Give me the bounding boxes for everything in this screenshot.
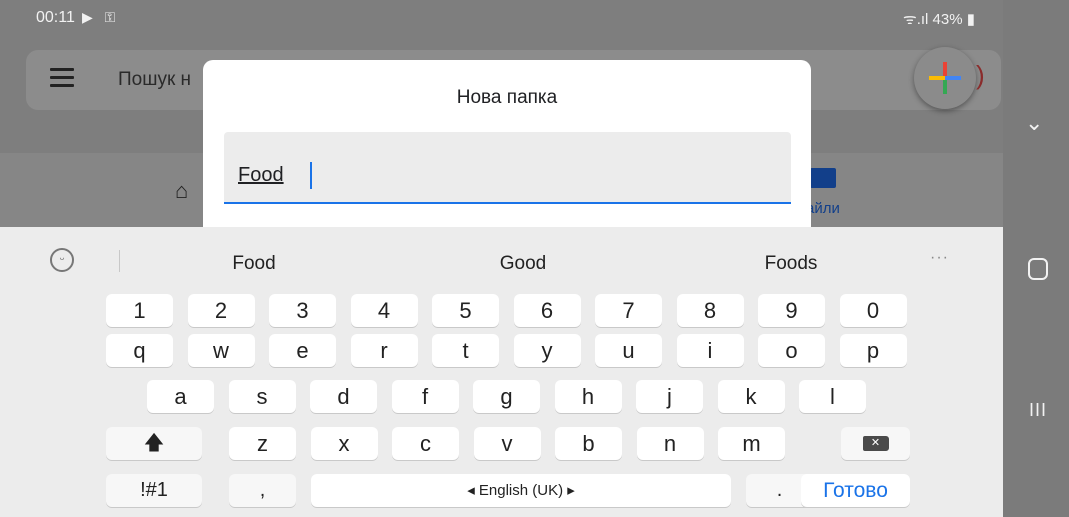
key[interactable]: 6 [513,294,581,327]
key[interactable]: g [473,380,540,413]
dialog-title: Нова папка [456,87,558,108]
status-notification-icons: ▶ ⚿ [82,9,120,25]
key[interactable]: 9 [758,294,825,327]
recent-apps-icon[interactable]: III [1029,400,1047,421]
shift-key[interactable]: 🡅 [106,427,202,460]
key[interactable]: m [718,427,785,460]
key[interactable]: l [799,380,866,413]
key[interactable]: n [636,427,704,460]
emoji-icon[interactable]: ᵕ [50,248,74,272]
key[interactable]: 3 [269,294,336,327]
chevron-down-icon[interactable]: ⌄ [1025,110,1043,136]
key[interactable]: w [187,334,255,367]
key[interactable]: o [758,334,825,367]
key[interactable]: 8 [676,294,744,327]
space-key[interactable]: ◂ English (UK) ▸ [311,474,731,507]
soft-keyboard: ᵕ Food Good Foods ··· 1234567890 qwertyui… [0,227,1003,517]
key[interactable]: z [229,427,296,460]
folder-icon[interactable] [810,168,836,188]
suggestion-2[interactable]: Good [443,253,603,275]
home-button-icon[interactable] [1028,258,1048,280]
plus-icon-horizontal [929,76,961,80]
home-icon[interactable]: ⌂ [175,178,188,204]
key[interactable]: r [350,334,418,367]
key[interactable]: u [595,334,662,367]
system-nav-bar: ⌄ III [1003,0,1069,517]
key[interactable]: t [432,334,499,367]
status-time: 00:11 [36,9,75,26]
folder-name-input[interactable] [238,164,638,187]
suggestion-divider [119,250,120,272]
key[interactable]: 5 [432,294,499,327]
key[interactable]: x [310,427,378,460]
done-key[interactable]: Готово [801,474,910,507]
menu-icon[interactable] [50,68,74,88]
key[interactable]: 2 [187,294,255,327]
avatar-edge: ) [976,60,985,90]
new-folder-dialog: Нова папка [203,60,811,230]
status-battery-signal: ᯤ.ıl 43% ▮ [903,11,975,28]
key[interactable]: p [839,334,907,367]
backspace-icon: ✕ [862,436,889,452]
key[interactable]: 7 [595,294,662,327]
status-bar: 00:11 ▶ ⚿ ᯤ.ıl 43% ▮ [0,0,1003,40]
key[interactable]: 1 [106,294,173,327]
key[interactable]: k [717,380,785,413]
search-placeholder: Пошук н [118,69,192,90]
key[interactable]: 4 [350,294,418,327]
more-suggestions-icon[interactable]: ··· [930,249,949,267]
key[interactable]: j [636,380,703,413]
key[interactable]: v [473,427,541,460]
backspace-key[interactable]: ✕ [841,427,910,460]
suggestion-3[interactable]: Foods [711,253,871,275]
key[interactable]: a [147,380,214,413]
folder-name-field[interactable] [224,132,791,204]
key[interactable]: y [513,334,581,367]
text-caret [310,162,312,189]
key[interactable]: f [391,380,459,413]
key[interactable]: d [310,380,377,413]
symbols-key[interactable]: !#1 [106,474,202,507]
new-item-fab-button[interactable] [914,47,976,109]
key[interactable]: c [392,427,459,460]
key[interactable]: i [676,334,744,367]
suggestion-row: ᵕ Food Good Foods ··· [0,227,1003,297]
key[interactable]: e [269,334,336,367]
comma-key[interactable]: , [229,474,296,507]
key[interactable]: s [228,380,296,413]
key[interactable]: b [555,427,622,460]
key[interactable]: 0 [839,294,907,327]
suggestion-1[interactable]: Food [174,253,334,275]
key[interactable]: h [554,380,622,413]
nav-files-label[interactable]: айли [806,200,840,217]
key[interactable]: q [106,334,173,367]
